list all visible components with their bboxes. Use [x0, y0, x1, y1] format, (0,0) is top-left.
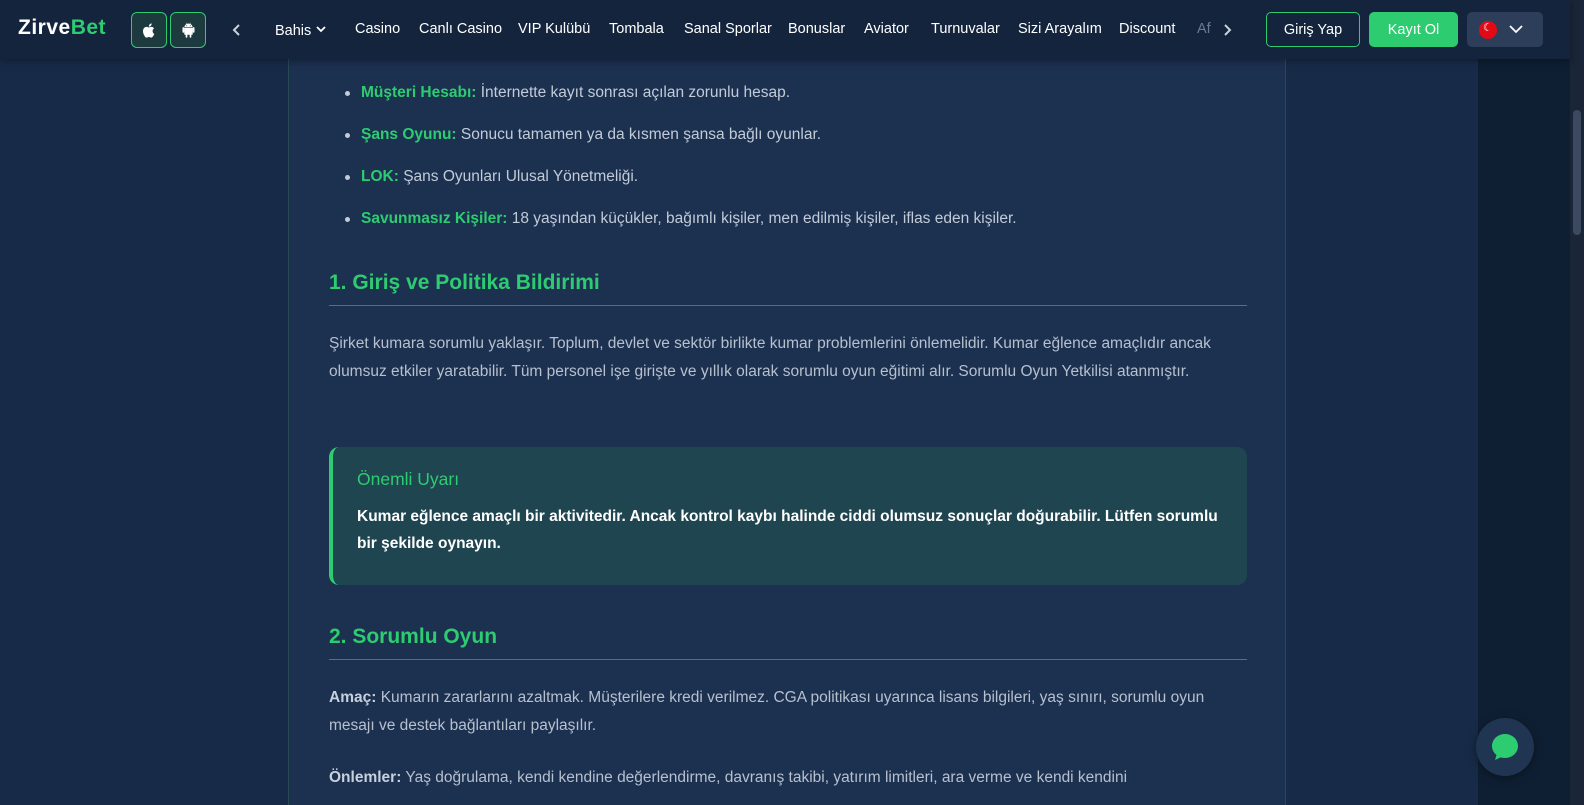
- nav-item-bonuslar[interactable]: Bonuslar: [788, 21, 845, 37]
- measures-text: Yaş doğrulama, kendi kendine değerlendir…: [401, 769, 1128, 786]
- nav-scroll-right-button[interactable]: [1215, 18, 1239, 42]
- warning-title: Önemli Uyarı: [357, 469, 460, 489]
- definitions-list: Müşteri Hesabı: İnternette kayıt sonrası…: [329, 82, 1247, 250]
- logo-accent-text: Bet: [70, 16, 107, 39]
- definition-text: İnternette kayıt sonrası açılan zorunlu …: [476, 84, 791, 101]
- important-warning-box: Önemli Uyarı Kumar eğlence amaçlı bir ak…: [329, 447, 1247, 585]
- nav-item-bahis[interactable]: Bahis: [275, 21, 326, 39]
- top-navbar: ZirveBet Bahis Casino Canlı Casino VIP K…: [0, 0, 1570, 59]
- chevron-down-icon: [316, 21, 326, 37]
- page-scrollbar[interactable]: [1570, 0, 1584, 805]
- measures-label: Önlemler:: [329, 769, 402, 786]
- section-1-heading: 1. Giriş ve Politika Bildirimi: [329, 271, 1247, 306]
- turkey-flag-icon: [1479, 20, 1497, 39]
- list-item: LOK: Şans Oyunları Ulusal Yönetmeliği.: [329, 166, 1247, 208]
- nav-item-discount[interactable]: Discount: [1119, 21, 1175, 37]
- definition-text: Sonucu tamamen ya da kısmen şansa bağlı …: [456, 126, 822, 143]
- chevron-right-icon: [1224, 24, 1232, 36]
- live-chat-button[interactable]: [1476, 718, 1534, 776]
- list-item: Müşteri Hesabı: İnternette kayıt sonrası…: [329, 82, 1247, 124]
- definition-term: Savunmasız Kişiler:: [361, 210, 508, 227]
- page-background-left: [0, 0, 288, 805]
- definition-text: Şans Oyunları Ulusal Yönetmeliği.: [398, 168, 639, 185]
- language-selector[interactable]: [1467, 12, 1543, 47]
- nav-item-turnuvalar[interactable]: Turnuvalar: [931, 21, 1000, 37]
- logo-main-text: Zirve: [18, 16, 71, 39]
- page-background-right: [1286, 0, 1478, 805]
- nav-item-label: Bahis: [275, 23, 312, 39]
- section-2-measures: Önlemler: Yaş doğrulama, kendi kendine d…: [329, 764, 1247, 792]
- register-button[interactable]: Kayıt Ol: [1369, 12, 1458, 47]
- nav-item-sanal-sporlar[interactable]: Sanal Sporlar: [684, 21, 772, 37]
- section-1-body: Şirket kumara sorumlu yaklaşır. Toplum, …: [329, 335, 1211, 380]
- nav-item-aviator[interactable]: Aviator: [864, 21, 909, 37]
- warning-text: Kumar eğlence amaçlı bir aktivitedir. An…: [357, 508, 1218, 552]
- policy-content: Müşteri Hesabı: İnternette kayıt sonrası…: [288, 0, 1286, 805]
- chevron-left-icon: [232, 24, 240, 36]
- zirvebet-logo[interactable]: ZirveBet: [18, 16, 106, 40]
- aim-label: Amaç:: [329, 689, 377, 706]
- android-app-button[interactable]: [170, 12, 206, 48]
- login-button[interactable]: Giriş Yap: [1266, 12, 1360, 47]
- nav-item-tombala[interactable]: Tombala: [609, 21, 664, 37]
- nav-item-truncated[interactable]: Af: [1197, 21, 1211, 37]
- list-item: Şans Oyunu: Sonucu tamamen ya da kısmen …: [329, 124, 1247, 166]
- nav-item-sizi-arayalim[interactable]: Sizi Arayalım: [1018, 21, 1102, 37]
- section-2-aim: Amaç: Kumarın zararlarını azaltmak. Müşt…: [329, 684, 1247, 740]
- ios-app-button[interactable]: [131, 12, 167, 48]
- definition-term: Müşteri Hesabı:: [361, 84, 477, 101]
- definition-text: 18 yaşından küçükler, bağımlı kişiler, m…: [507, 210, 1017, 227]
- list-item: Savunmasız Kişiler: 18 yaşından küçükler…: [329, 208, 1247, 250]
- chat-bubble-icon: [1492, 734, 1518, 760]
- section-2-heading: 2. Sorumlu Oyun: [329, 625, 1247, 660]
- nav-item-casino[interactable]: Casino: [355, 21, 400, 37]
- android-icon: [181, 22, 195, 38]
- scrollbar-thumb[interactable]: [1573, 110, 1581, 235]
- aim-text: Kumarın zararlarını azaltmak. Müşteriler…: [329, 689, 1205, 734]
- nav-scroll-left-button[interactable]: [225, 18, 249, 42]
- definition-term: Şans Oyunu:: [361, 126, 457, 143]
- apple-icon: [142, 22, 154, 38]
- page-side-panel: [1478, 0, 1570, 805]
- nav-item-vip-kulubu[interactable]: VIP Kulübü: [518, 21, 590, 37]
- nav-item-canli-casino[interactable]: Canlı Casino: [419, 21, 502, 37]
- definition-term: LOK:: [361, 168, 399, 185]
- chevron-down-icon: [1509, 25, 1523, 34]
